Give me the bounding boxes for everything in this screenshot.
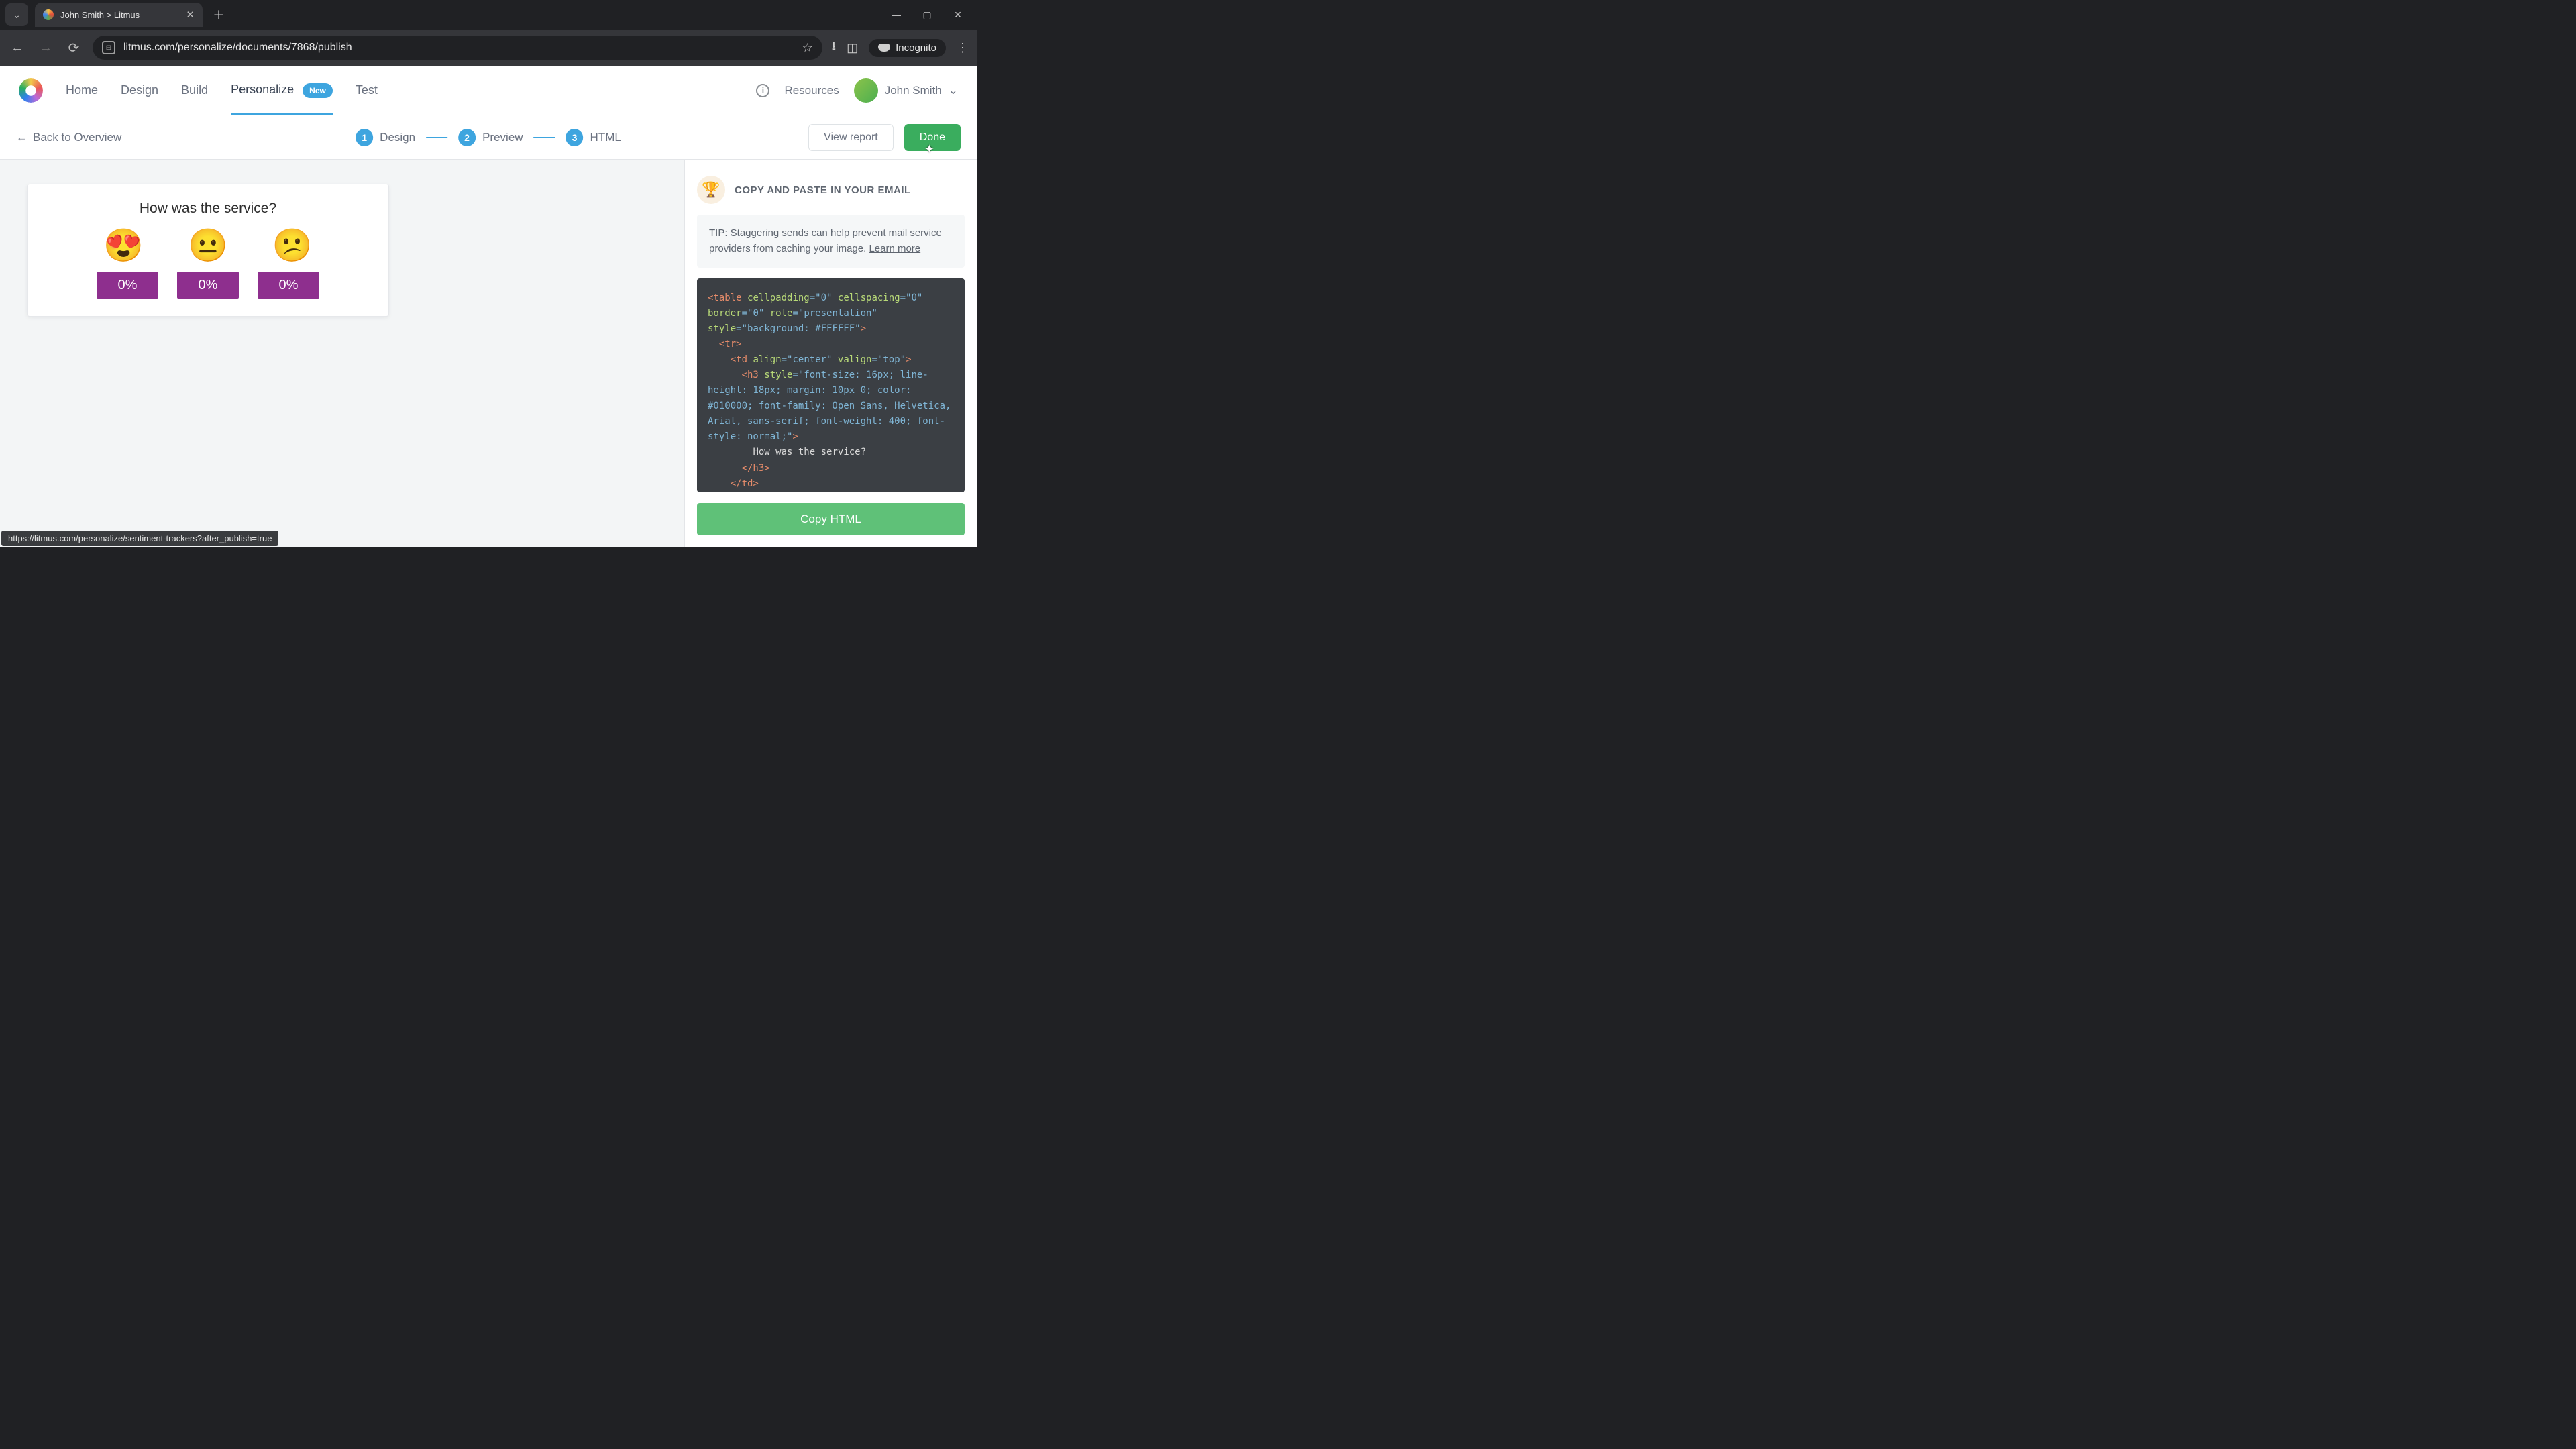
step-design[interactable]: 1 Design — [356, 129, 415, 146]
percent-badge: 0% — [258, 272, 319, 299]
nav-build[interactable]: Build — [181, 67, 208, 113]
browser-tab[interactable]: John Smith > Litmus ✕ — [35, 3, 203, 27]
emoji-confused[interactable]: 😕 — [272, 230, 313, 262]
litmus-logo-icon[interactable] — [19, 78, 43, 103]
user-menu[interactable]: John Smith ⌄ — [854, 78, 958, 103]
tab-search-dropdown[interactable]: ⌄ — [5, 3, 28, 26]
back-button[interactable]: ← — [8, 38, 27, 57]
address-bar[interactable]: ⊟ litmus.com/personalize/documents/7868/… — [93, 36, 822, 60]
url-text: litmus.com/personalize/documents/7868/pu… — [123, 42, 352, 54]
cursor-icon: ✦ — [924, 142, 934, 156]
done-label: Done — [920, 131, 945, 143]
browser-menu-icon[interactable]: ⋮ — [957, 41, 969, 55]
step-label: Preview — [482, 131, 523, 144]
content-area: How was the service? 😍 😐 😕 0% 0% 0% 🏆 CO… — [0, 160, 977, 547]
forward-button: → — [36, 38, 55, 57]
step-connector — [534, 137, 555, 138]
arrow-left-icon: ← — [16, 131, 28, 144]
emoji-love[interactable]: 😍 — [103, 230, 144, 262]
trophy-icon: 🏆 — [697, 176, 725, 204]
nav-test[interactable]: Test — [356, 67, 378, 113]
survey-question: How was the service? — [48, 201, 368, 217]
username-label: John Smith — [885, 84, 942, 97]
survey-preview-card: How was the service? 😍 😐 😕 0% 0% 0% — [27, 184, 389, 317]
step-html[interactable]: 3 HTML — [566, 129, 621, 146]
incognito-icon — [878, 44, 890, 52]
sidepanel-icon[interactable]: ◫ — [847, 41, 858, 55]
new-tab-button[interactable]: ＋ — [209, 5, 228, 24]
close-window-icon[interactable]: ✕ — [949, 9, 967, 21]
tip-callout: TIP: Staggering sends can help prevent m… — [697, 215, 965, 268]
nav-design[interactable]: Design — [121, 67, 158, 113]
nav-personalize-label: Personalize — [231, 83, 294, 96]
step-indicator: 1 Design 2 Preview 3 HTML — [356, 129, 621, 146]
maximize-icon[interactable]: ▢ — [918, 9, 936, 21]
app-root: Home Design Build Personalize New Test i… — [0, 66, 977, 547]
percent-badge: 0% — [97, 272, 158, 299]
emoji-row: 😍 😐 😕 — [48, 230, 368, 262]
step-label: Design — [380, 131, 415, 144]
copy-html-button[interactable]: Copy HTML — [697, 503, 965, 535]
percent-badge: 0% — [177, 272, 239, 299]
main-nav-links: Home Design Build Personalize New Test — [66, 66, 378, 115]
step-number: 1 — [356, 129, 373, 146]
tab-title: John Smith > Litmus — [60, 10, 140, 20]
resources-link[interactable]: Resources — [784, 84, 839, 97]
step-number: 3 — [566, 129, 584, 146]
percent-row: 0% 0% 0% — [48, 272, 368, 299]
incognito-badge[interactable]: Incognito — [869, 39, 946, 57]
view-report-button[interactable]: View report — [808, 124, 894, 151]
html-output-panel: 🏆 COPY AND PASTE IN YOUR EMAIL TIP: Stag… — [684, 160, 977, 547]
tip-prefix: TIP: — [709, 227, 731, 239]
panel-title: COPY AND PASTE IN YOUR EMAIL — [735, 184, 911, 196]
learn-more-link[interactable]: Learn more — [869, 243, 920, 254]
browser-tabstrip: ⌄ John Smith > Litmus ✕ ＋ — ▢ ✕ — [0, 0, 977, 30]
browser-toolbar: ← → ⟳ ⊟ litmus.com/personalize/documents… — [0, 30, 977, 66]
bookmark-star-icon[interactable]: ☆ — [802, 41, 813, 55]
code-output[interactable]: <table cellpadding="0" cellspacing="0" b… — [697, 278, 965, 493]
nav-home[interactable]: Home — [66, 67, 98, 113]
main-nav: Home Design Build Personalize New Test i… — [0, 66, 977, 115]
preview-canvas: How was the service? 😍 😐 😕 0% 0% 0% — [0, 160, 684, 547]
downloads-icon[interactable]: ⭳ — [832, 38, 836, 58]
reload-button[interactable]: ⟳ — [64, 38, 83, 57]
avatar — [854, 78, 878, 103]
step-label: HTML — [590, 131, 621, 144]
emoji-neutral[interactable]: 😐 — [188, 230, 228, 262]
sub-bar: ← Back to Overview 1 Design 2 Preview 3 … — [0, 115, 977, 160]
window-controls: — ▢ ✕ — [887, 9, 971, 21]
minimize-icon[interactable]: — — [887, 9, 906, 21]
back-to-overview-link[interactable]: ← Back to Overview — [16, 131, 121, 144]
info-icon[interactable]: i — [756, 84, 769, 97]
status-bar-url: https://litmus.com/personalize/sentiment… — [1, 531, 278, 546]
site-settings-icon[interactable]: ⊟ — [102, 41, 115, 54]
step-connector — [426, 137, 447, 138]
nav-personalize[interactable]: Personalize New — [231, 66, 333, 115]
step-number: 2 — [458, 129, 476, 146]
chevron-down-icon: ⌄ — [949, 84, 958, 97]
new-badge: New — [303, 83, 333, 98]
favicon-icon — [43, 9, 54, 20]
close-tab-icon[interactable]: ✕ — [186, 9, 195, 21]
panel-header: 🏆 COPY AND PASTE IN YOUR EMAIL — [697, 176, 965, 204]
step-preview[interactable]: 2 Preview — [458, 129, 523, 146]
incognito-label: Incognito — [896, 42, 936, 54]
done-button[interactable]: Done ✦ — [904, 124, 961, 151]
back-label: Back to Overview — [33, 131, 121, 144]
